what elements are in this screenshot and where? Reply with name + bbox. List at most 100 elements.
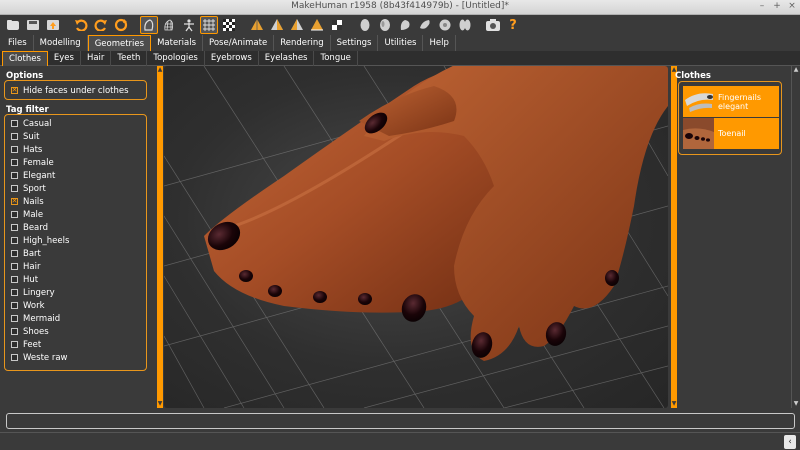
smooth-icon[interactable] — [140, 16, 158, 34]
clothes-title: Clothes — [675, 71, 711, 81]
scroll-down-icon[interactable]: ▼ — [157, 401, 163, 407]
window-title: MakeHuman r1958 (8b43f414979b) - [Untitl… — [291, 1, 509, 11]
hand-icon[interactable] — [436, 16, 454, 34]
fingernail — [605, 270, 619, 286]
tag-checkbox-beard[interactable]: Beard — [11, 221, 69, 234]
tag-checkbox-hair[interactable]: Hair — [11, 260, 69, 273]
face-icon[interactable] — [356, 16, 374, 34]
clothes-item-fingernails-elegant[interactable]: Fingernails elegant — [683, 86, 779, 117]
progress-bar — [6, 413, 795, 429]
minimize-button[interactable]: – — [758, 1, 766, 11]
tag-checkbox-work[interactable]: Work — [11, 299, 69, 312]
subtab-eyes[interactable]: Eyes — [48, 51, 81, 66]
tag-checkbox-lingery[interactable]: Lingery — [11, 286, 69, 299]
panel-scrollbar[interactable]: ▲ ▼ — [791, 66, 799, 408]
subtab-tongue[interactable]: Tongue — [314, 51, 358, 66]
tag-checkbox-bart[interactable]: Bart — [11, 247, 69, 260]
scroll-up-icon[interactable]: ▲ — [157, 67, 163, 73]
right-scrollbar[interactable]: ▲ ▼ — [671, 66, 677, 408]
3d-viewport[interactable] — [164, 66, 668, 408]
main-tab-bar: Files Modelling Geometries Materials Pos… — [0, 35, 800, 51]
tab-help[interactable]: Help — [423, 35, 456, 51]
tag-checkbox-casual[interactable]: Casual — [11, 117, 69, 130]
subtab-clothes[interactable]: Clothes — [2, 51, 48, 66]
tag-checkbox-feet[interactable]: Feet — [11, 338, 69, 351]
folder-icon[interactable] — [4, 16, 22, 34]
chevron-left-icon[interactable]: ‹ — [784, 435, 796, 449]
tag-checkbox-female[interactable]: Female — [11, 156, 69, 169]
leg-icon[interactable] — [396, 16, 414, 34]
tag-list: Casual Suit Hats Female Elegant Sport ✕ N… — [11, 117, 69, 364]
save-icon[interactable] — [24, 16, 42, 34]
subtab-topologies[interactable]: Topologies — [147, 51, 205, 66]
options-group: ✕ Hide faces under clothes — [4, 80, 147, 100]
tab-modelling[interactable]: Modelling — [34, 35, 88, 51]
tag-checkbox-mermaid[interactable]: Mermaid — [11, 312, 69, 325]
screenshot-icon[interactable] — [484, 16, 502, 34]
tag-checkbox-nails[interactable]: ✕ Nails — [11, 195, 69, 208]
bottom-bar: ‹ — [0, 432, 800, 450]
tag-filter-group: Casual Suit Hats Female Elegant Sport ✕ N… — [4, 114, 147, 371]
toenail — [358, 293, 372, 305]
tab-geometries[interactable]: Geometries — [87, 35, 152, 51]
wireframe-icon[interactable] — [160, 16, 178, 34]
fingernails-thumbnail — [683, 86, 714, 117]
hide-faces-label: Hide faces under clothes — [23, 85, 129, 96]
head-icon[interactable] — [376, 16, 394, 34]
tab-pose-animate[interactable]: Pose/Animate — [203, 35, 275, 51]
front-view-icon[interactable] — [248, 16, 266, 34]
scroll-down-icon[interactable]: ▼ — [792, 400, 800, 408]
grid-icon[interactable] — [200, 16, 218, 34]
toenail-thumbnail — [683, 118, 714, 149]
tab-utilities[interactable]: Utilities — [378, 35, 424, 51]
model-render — [164, 66, 668, 408]
sub-tab-bar: Clothes Eyes Hair Teeth Topologies Eyebr… — [0, 51, 800, 66]
tab-settings[interactable]: Settings — [331, 35, 379, 51]
subtab-eyebrows[interactable]: Eyebrows — [205, 51, 259, 66]
maximize-button[interactable]: + — [773, 1, 781, 11]
export-icon[interactable] — [44, 16, 62, 34]
clothes-item-toenail[interactable]: Toenail — [683, 118, 779, 149]
torso-icon[interactable] — [456, 16, 474, 34]
tag-checkbox-suit[interactable]: Suit — [11, 130, 69, 143]
tag-checkbox-elegant[interactable]: Elegant — [11, 169, 69, 182]
tag-checkbox-male[interactable]: Male — [11, 208, 69, 221]
left-view-icon[interactable] — [308, 16, 326, 34]
pose-icon[interactable] — [180, 16, 198, 34]
redo-icon[interactable] — [92, 16, 110, 34]
clothes-item-label: Toenail — [718, 129, 746, 138]
side-view-icon[interactable] — [288, 16, 306, 34]
tag-checkbox-weste-raw[interactable]: Weste raw — [11, 351, 69, 364]
subtab-eyelashes[interactable]: Eyelashes — [259, 51, 315, 66]
checkbox-icon: ✕ — [11, 86, 18, 94]
hide-faces-checkbox[interactable]: ✕ Hide faces under clothes — [11, 84, 129, 97]
title-bar: MakeHuman r1958 (8b43f414979b) - [Untitl… — [0, 0, 800, 15]
undo-icon[interactable] — [72, 16, 90, 34]
subtab-teeth[interactable]: Teeth — [111, 51, 148, 66]
back-view-icon[interactable] — [268, 16, 286, 34]
toenail — [313, 291, 327, 303]
subtab-hair[interactable]: Hair — [81, 51, 112, 66]
tag-checkbox-high-heels[interactable]: High_heels — [11, 234, 69, 247]
tag-checkbox-shoes[interactable]: Shoes — [11, 325, 69, 338]
top-view-icon[interactable] — [328, 16, 346, 34]
tab-materials[interactable]: Materials — [151, 35, 204, 51]
scroll-up-icon[interactable]: ▲ — [792, 66, 800, 74]
tag-checkbox-hut[interactable]: Hut — [11, 273, 69, 286]
foot-icon[interactable] — [416, 16, 434, 34]
toolbar: ? — [0, 15, 800, 35]
tag-checkbox-sport[interactable]: Sport — [11, 182, 69, 195]
left-scrollbar[interactable]: ▲ ▼ — [157, 66, 163, 408]
checker-icon[interactable] — [220, 16, 238, 34]
close-button[interactable]: × — [788, 1, 796, 11]
scroll-down-icon[interactable]: ▼ — [671, 401, 677, 407]
clothes-item-label: Fingernails elegant — [718, 92, 762, 111]
toenail — [268, 285, 282, 297]
tab-files[interactable]: Files — [2, 35, 34, 51]
clothes-group: Fingernails elegant Toenail — [678, 81, 782, 155]
reset-icon[interactable] — [112, 16, 130, 34]
toenail — [239, 270, 253, 282]
tab-rendering[interactable]: Rendering — [274, 35, 331, 51]
tag-checkbox-hats[interactable]: Hats — [11, 143, 69, 156]
help-icon[interactable]: ? — [504, 16, 522, 34]
